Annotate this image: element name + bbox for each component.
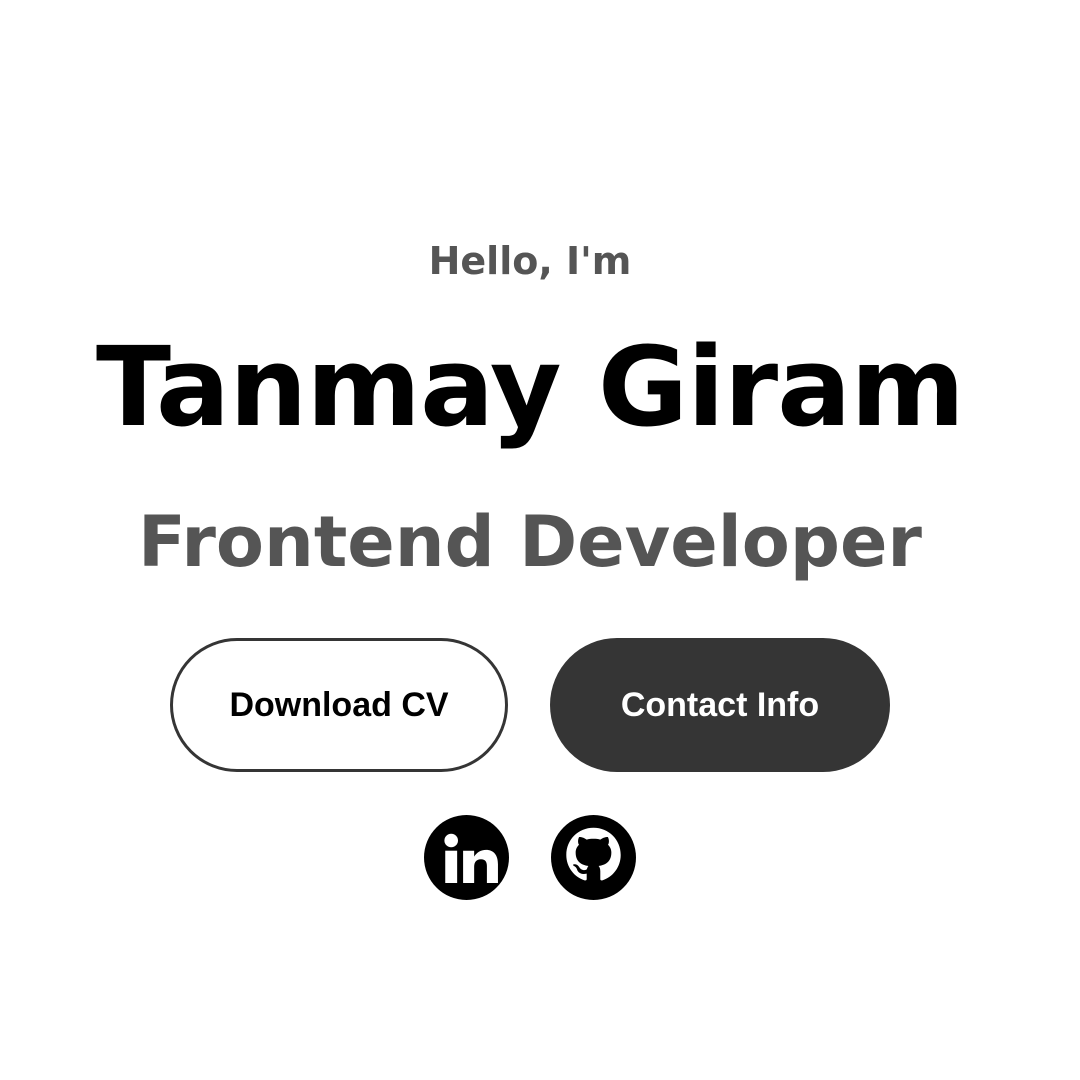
greeting-text: Hello, I'm [428, 239, 632, 283]
download-cv-button[interactable]: Download CV [170, 638, 508, 772]
profile-name: Tanmay Giram [96, 323, 965, 451]
profile-page: Hello, I'm Tanmay Giram Frontend Develop… [0, 0, 1080, 1080]
contact-info-button[interactable]: Contact Info [550, 638, 890, 772]
linkedin-icon[interactable] [424, 815, 509, 900]
profile-role: Frontend Developer [138, 501, 922, 583]
github-icon[interactable] [551, 815, 636, 900]
